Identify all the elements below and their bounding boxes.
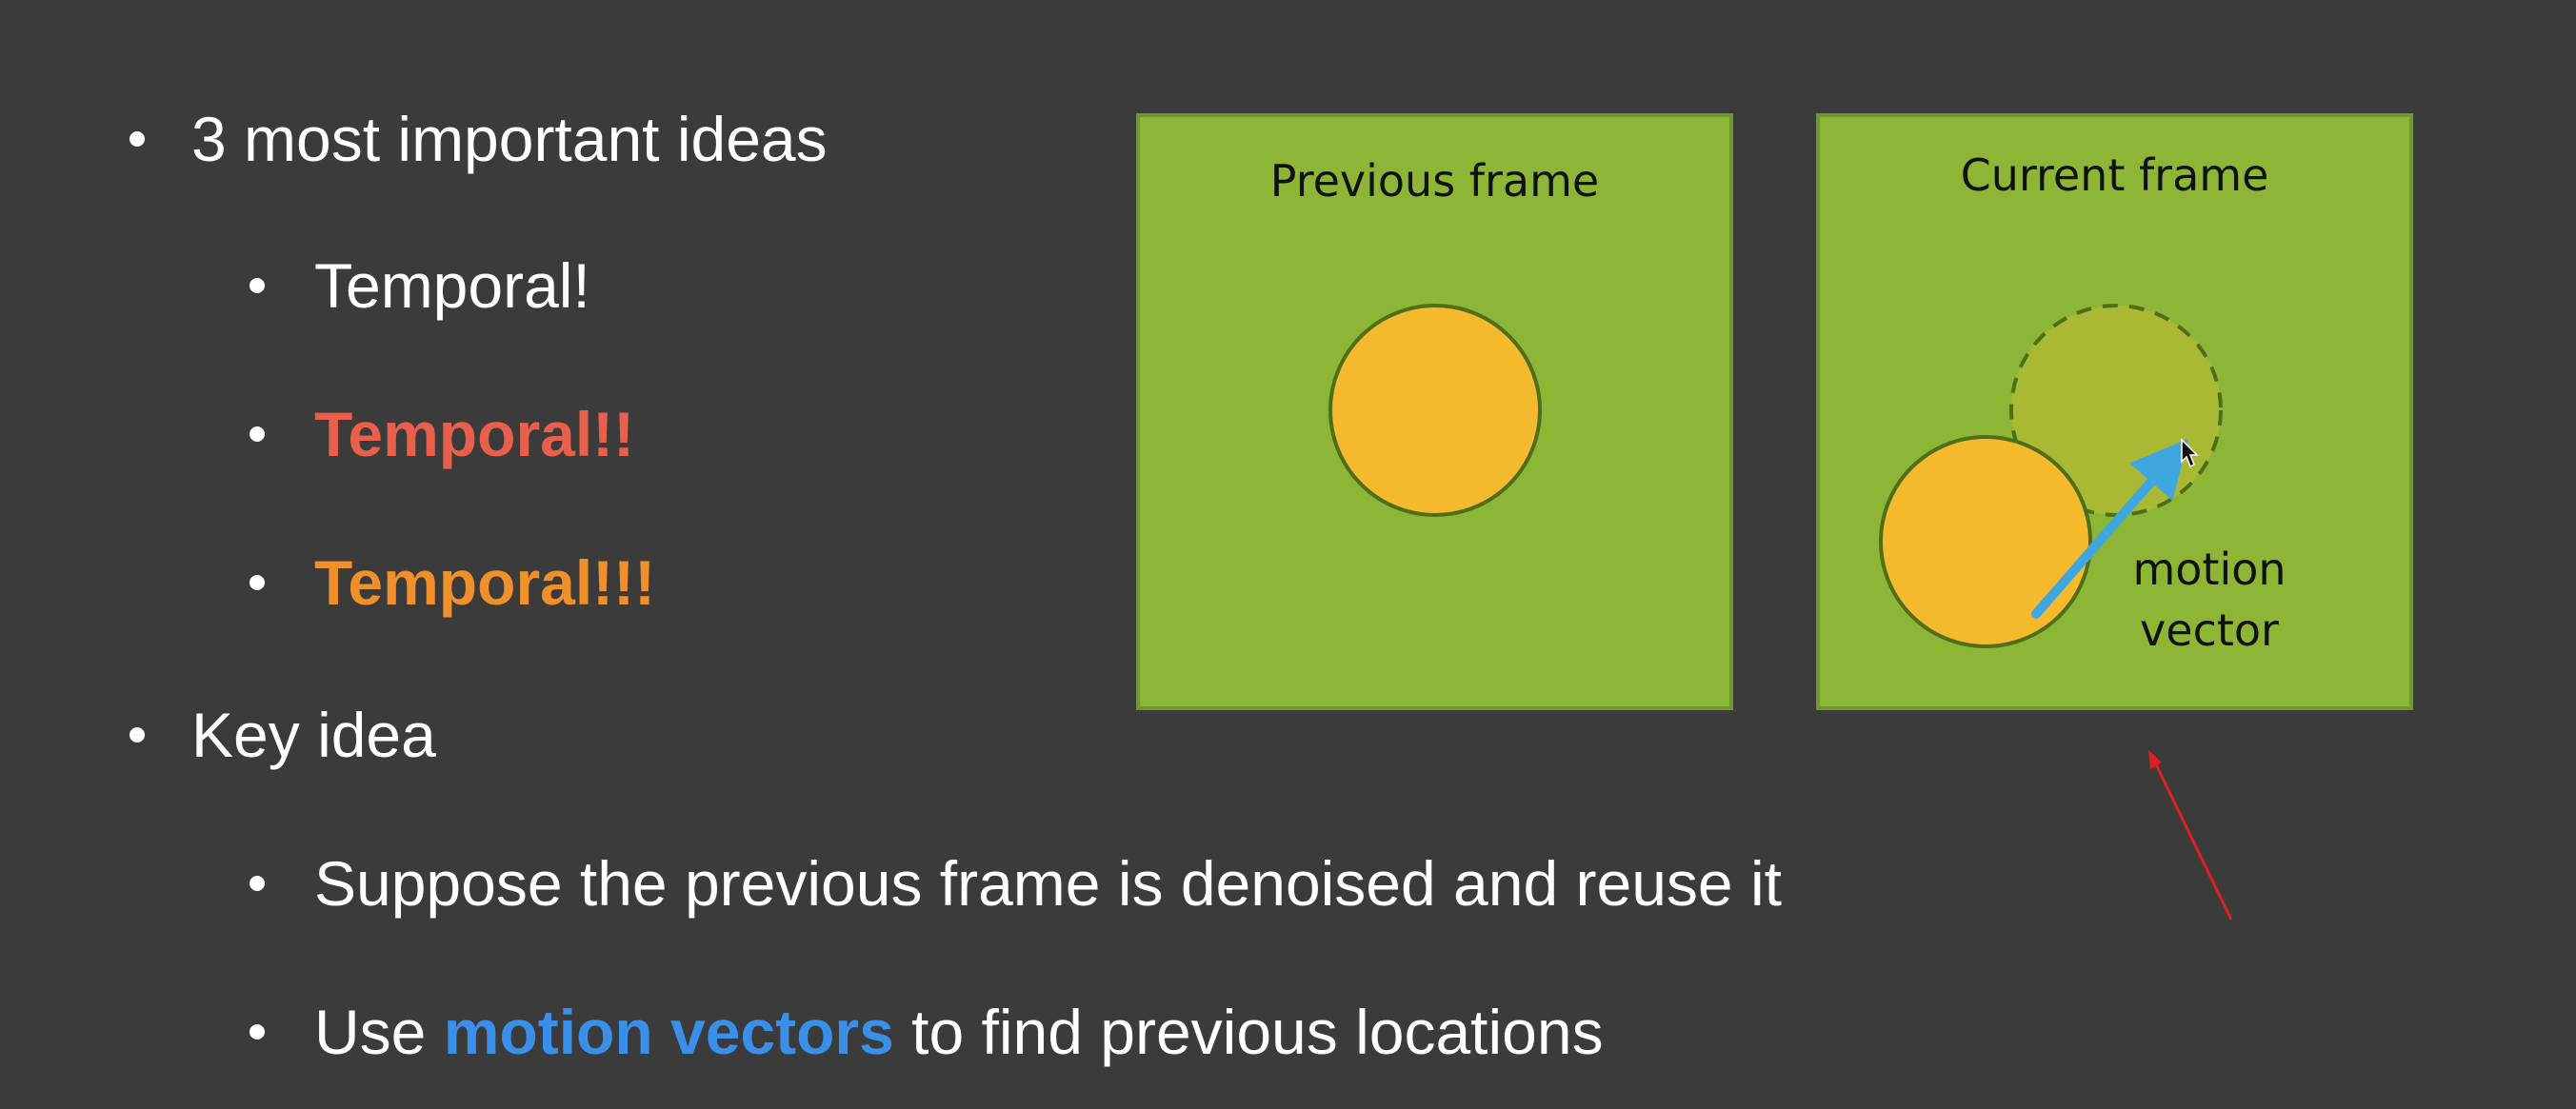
motion-label-line1: motion <box>2132 544 2286 595</box>
motion-label-line2: vector <box>2140 604 2279 656</box>
object-circle-current <box>1879 435 2092 648</box>
red-arrow-annotation <box>2148 750 2233 921</box>
object-circle-previous <box>1328 304 1542 517</box>
slide: 3 most important ideas Temporal! Tempora… <box>0 0 2576 1109</box>
motion-vector-label: motion vector <box>2105 539 2314 661</box>
